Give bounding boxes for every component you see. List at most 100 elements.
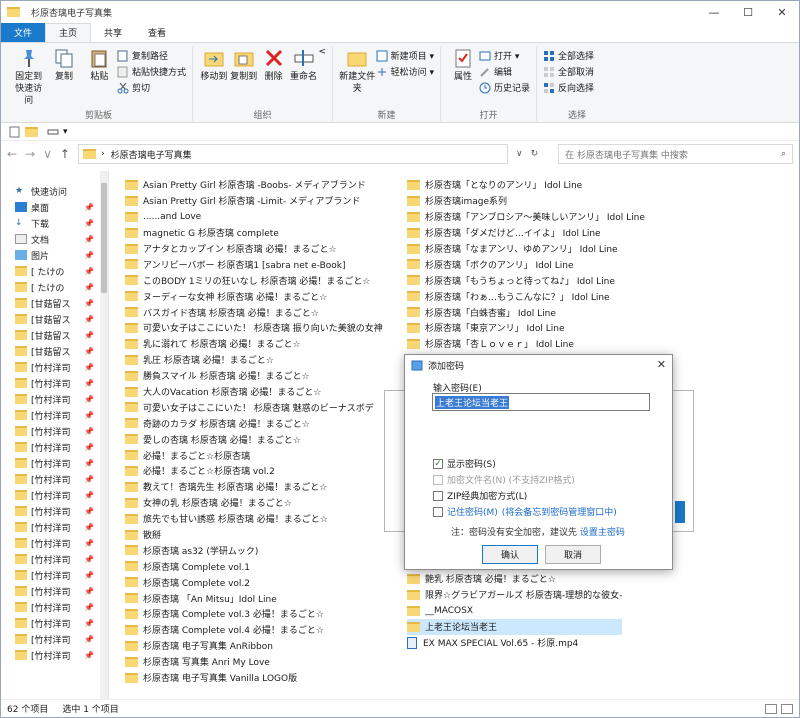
zip-classic-checkbox[interactable]: ZIP经典加密方式(L) [433, 489, 527, 502]
sidebar-item[interactable]: [甘菇留ス 📌 [1, 343, 108, 359]
password-input[interactable]: 上老王论坛当老王 [432, 393, 650, 411]
properties-small-icon[interactable] [9, 126, 21, 138]
file-item[interactable]: 大人のVacation 杉原杏璃 必撮！まるごと☆ [125, 384, 383, 400]
pin-icon[interactable]: 📌 [84, 251, 94, 260]
file-item[interactable]: Asian Pretty Girl 杉原杏璃 -Boobs- メディアブランド [125, 177, 383, 193]
pin-icon[interactable]: 📌 [84, 443, 94, 452]
file-item[interactable]: 杉原杏璃image系列 [407, 193, 645, 209]
back-button[interactable]: ← [7, 147, 17, 161]
pin-icon[interactable]: 📌 [84, 587, 94, 596]
file-item[interactable]: 杉原杏璃「ダメだけど…イイよ」 Idol Line [407, 225, 645, 241]
file-item[interactable]: 愛しの杏璃 杉原杏璃 必撮！まるごと☆ [125, 431, 383, 447]
ok-button[interactable]: 确认 [482, 545, 538, 564]
sidebar-item[interactable]: [竹村洋司 📌 [1, 423, 108, 439]
pin-icon[interactable]: 📌 [84, 267, 94, 276]
sidebar-item[interactable]: [甘菇留ス 📌 [1, 295, 108, 311]
pin-icon[interactable]: 📌 [84, 651, 94, 660]
customize-dropdown-icon[interactable]: ▾ [63, 127, 68, 137]
sidebar-item[interactable]: [竹村洋司 📌 [1, 503, 108, 519]
sidebar-item[interactable]: [竹村洋司 📌 [1, 487, 108, 503]
new-item-button[interactable]: 新建项目 ▾ [376, 49, 434, 62]
file-item[interactable]: バスガイド杏璃 杉原杏璃 必撮！まるごと☆ [125, 304, 383, 320]
file-item[interactable]: 杉原杏璃 写真集 Anri My Love [125, 654, 383, 670]
edit-button[interactable]: 编辑 [479, 65, 530, 78]
large-icons-view-icon[interactable] [781, 703, 793, 714]
forward-button[interactable]: → [25, 147, 35, 161]
sidebar-item[interactable]: [甘菇留ス 📌 [1, 311, 108, 327]
up-button[interactable]: ↑ [60, 147, 70, 161]
file-item[interactable]: 限界☆グラビアガールズ 杉原杏璃-理想的な彼女- [407, 587, 622, 603]
file-item[interactable]: 乳に溺れて 杉原杏璃 必撮！まるごと☆ [125, 336, 383, 352]
file-item[interactable]: 杉原杏璃「アンブロシア～美味しいアンリ」 Idol Line [407, 209, 645, 225]
file-item[interactable]: 杉原杏璃「わぁ…もうこんなに？」 Idol Line [407, 288, 645, 304]
sidebar-item[interactable]: [竹村洋司 📌 [1, 647, 108, 663]
address-bar[interactable]: › 杉原杏璃电子写真集 [77, 144, 508, 164]
file-item[interactable]: 杉原杏璃 Complete vol.2 [125, 574, 383, 590]
cut-button[interactable]: 剪切 [117, 81, 186, 94]
file-item[interactable]: 必撮！まるごと☆杉原杏璃 vol.2 [125, 463, 383, 479]
file-item[interactable]: 教えて！杏璃先生 杉原杏璃 必撮！まるごと☆ [125, 479, 383, 495]
file-item[interactable]: 杉原杏璃「ボクのアンリ」 Idol Line [407, 256, 645, 272]
copy-path-button[interactable]: 复制路径 [117, 49, 186, 62]
encrypt-filenames-checkbox[interactable]: 加密文件名(N) (不支持ZIP格式) [433, 473, 575, 486]
pin-icon[interactable]: 📌 [84, 539, 94, 548]
open-button[interactable]: 打开 ▾ [479, 49, 530, 62]
pin-icon[interactable]: 📌 [84, 219, 94, 228]
sidebar-item[interactable]: ★ 快速访问 [1, 183, 108, 199]
sidebar-item[interactable]: [甘菇留ス 📌 [1, 327, 108, 343]
file-item[interactable]: EX MAX SPECIAL Vol.65 - 杉原.mp4 [407, 635, 622, 651]
remember-password-checkbox[interactable]: 记住密码(M) (将会备忘到密码管理窗口中) [433, 505, 617, 518]
file-item[interactable]: magnetic G 杉原杏璃 complete [125, 225, 383, 241]
sidebar-item[interactable]: [竹村洋司 📌 [1, 551, 108, 567]
address-dropdown-icon[interactable]: ∨ [516, 149, 523, 159]
sidebar-item[interactable]: 桌面 📌 [1, 199, 108, 215]
sidebar-item[interactable]: [竹村洋司 📌 [1, 631, 108, 647]
file-item[interactable]: 可愛い女子はここにいた！ 杉原杏璃 振り向いた美貌の女神 [125, 320, 383, 336]
pin-icon[interactable]: 📌 [84, 571, 94, 580]
pin-icon[interactable]: 📌 [84, 619, 94, 628]
pin-icon[interactable]: 📌 [84, 363, 94, 372]
tab-view[interactable]: 查看 [135, 23, 179, 42]
sidebar-scroll-thumb[interactable] [101, 183, 107, 293]
pin-icon[interactable]: 📌 [84, 347, 94, 356]
file-item[interactable]: 杉原杏璃「なまアンリ、ゆめアンリ」 Idol Line [407, 241, 645, 257]
file-item[interactable]: 旅先でも甘い誘惑 杉原杏璃 必撮！まるごと☆ [125, 511, 383, 527]
sidebar-item[interactable]: [ たけの 📌 [1, 263, 108, 279]
maximize-button[interactable]: ☐ [731, 1, 765, 23]
file-item[interactable]: 杉原杏璃「もうちょっと待ってね♪」 Idol Line [407, 272, 645, 288]
pin-icon[interactable]: 📌 [84, 523, 94, 532]
file-item[interactable]: 乳圧 杉原杏璃 必撮！まるごと☆ [125, 352, 383, 368]
recent-dropdown[interactable]: ∨ [43, 147, 52, 161]
tab-share[interactable]: 共享 [91, 23, 135, 42]
sidebar-item[interactable]: [ たけの 📌 [1, 279, 108, 295]
cancel-button[interactable]: 取消 [545, 545, 601, 564]
sidebar-item[interactable]: [竹村洋司 📌 [1, 471, 108, 487]
file-item[interactable]: 必撮！まるごと☆杉原杏璃 [125, 447, 383, 463]
pin-icon[interactable]: 📌 [84, 427, 94, 436]
file-item[interactable]: 杉原杏璃 as32 (学研ムック) [125, 542, 383, 558]
pin-icon[interactable]: 📌 [84, 635, 94, 644]
sidebar-item[interactable]: [竹村洋司 📌 [1, 359, 108, 375]
search-input[interactable]: 在 杉原杏璃电子写真集 中搜索 ⌕ [558, 144, 793, 164]
pin-icon[interactable]: 📌 [84, 235, 94, 244]
pin-icon[interactable]: 📌 [84, 283, 94, 292]
sidebar-item[interactable]: [竹村洋司 📌 [1, 599, 108, 615]
file-item[interactable]: __MACOSX [407, 603, 622, 619]
file-item[interactable]: ......and Love [125, 209, 383, 225]
pin-icon[interactable]: 📌 [84, 379, 94, 388]
sidebar-item[interactable]: 图片 📌 [1, 247, 108, 263]
sidebar-item[interactable]: [竹村洋司 📌 [1, 391, 108, 407]
refresh-icon[interactable]: ↻ [531, 149, 539, 159]
show-password-checkbox[interactable]: ✓ 显示密码(S) [433, 457, 496, 470]
sidebar-item[interactable]: [竹村洋司 📌 [1, 615, 108, 631]
set-master-password-link[interactable]: 设置主密码 [580, 528, 625, 538]
file-item[interactable]: 杉原杏璃 Complete vol.1 [125, 558, 383, 574]
sidebar-scrollbar[interactable] [100, 171, 108, 699]
sidebar-item[interactable]: [竹村洋司 📌 [1, 375, 108, 391]
file-item[interactable]: 杉原杏璃 电子写真集 AnRibbon [125, 638, 383, 654]
file-item[interactable]: 杉原杏璃「となりのアンリ」 Idol Line [407, 177, 645, 193]
file-item[interactable]: ヌーディーな女神 杉原杏璃 必撮！まるごと☆ [125, 288, 383, 304]
sidebar-item[interactable]: ↓ 下载 📌 [1, 215, 108, 231]
file-item[interactable]: 女神の乳 杉原杏璃 必撮！まるごと☆ [125, 495, 383, 511]
file-item[interactable]: 杉原杏璃 Complete vol.4 必撮！まるごと☆ [125, 622, 383, 638]
